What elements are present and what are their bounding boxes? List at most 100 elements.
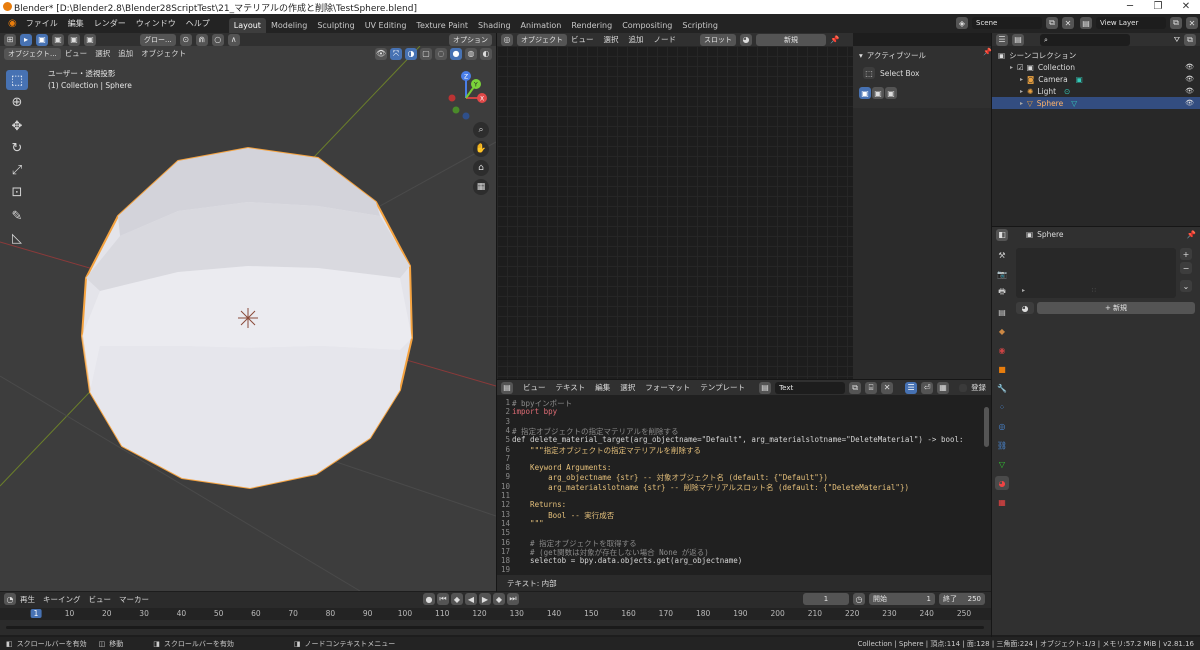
- list-expand-icon[interactable]: ▸: [1022, 287, 1025, 294]
- register-checkbox[interactable]: [959, 383, 968, 392]
- viewport-menu-1[interactable]: 選択: [95, 48, 110, 59]
- next-keyframe-icon[interactable]: ◆: [493, 593, 505, 605]
- text-menu-3[interactable]: 選択: [620, 382, 635, 393]
- view-layer-field[interactable]: View Layer: [1096, 17, 1166, 29]
- annotate-icon[interactable]: ✎: [6, 206, 28, 226]
- transform-icon[interactable]: ⊡: [6, 182, 28, 202]
- tab-scripting[interactable]: Scripting: [677, 18, 723, 33]
- proportional-icon[interactable]: ○: [211, 33, 224, 46]
- code-line[interactable]: Keyword Arguments:: [512, 463, 611, 472]
- tab-layout[interactable]: Layout: [228, 18, 266, 33]
- zoom-icon[interactable]: ⌕: [473, 122, 489, 138]
- viewport-menu-2[interactable]: 追加: [118, 48, 133, 59]
- text-menu-1[interactable]: テキスト: [556, 382, 586, 393]
- tab-uv-editing[interactable]: UV Editing: [360, 18, 412, 33]
- text-menu-5[interactable]: テンプレート: [700, 382, 745, 393]
- select-mode-icon[interactable]: ▸: [20, 33, 32, 46]
- expand-arrow-icon[interactable]: ▸: [1010, 64, 1013, 71]
- filter-icon[interactable]: ⛛: [1174, 35, 1180, 45]
- options-dropdown[interactable]: オプション: [449, 33, 492, 46]
- minimize-button[interactable]: ─: [1116, 0, 1144, 14]
- view-layer-icon[interactable]: ▤: [1080, 17, 1092, 29]
- physics-tab-icon[interactable]: ◎: [995, 419, 1009, 433]
- select-box-icon[interactable]: ⬚: [6, 70, 28, 90]
- mode-set-icon[interactable]: ▣: [859, 87, 871, 99]
- start-frame-field[interactable]: 開始 1: [869, 593, 935, 605]
- current-frame-field[interactable]: 1: [803, 593, 849, 605]
- object-mode-dropdown[interactable]: オブジェクト...: [4, 47, 61, 60]
- camera-data-icon[interactable]: ▣: [1076, 75, 1083, 84]
- menu-item-0[interactable]: ファイル: [21, 14, 63, 33]
- text-unlink-icon[interactable]: ✕: [881, 381, 894, 394]
- constraints-tab-icon[interactable]: ⛓: [995, 438, 1009, 452]
- rendered-shading-icon[interactable]: ◐: [480, 47, 492, 60]
- view-layer-delete-icon[interactable]: ✕: [1186, 17, 1198, 29]
- move-icon[interactable]: ✥: [6, 116, 28, 136]
- texture-tab-icon[interactable]: ▦: [995, 495, 1009, 509]
- output-tab-icon[interactable]: 🖶: [995, 286, 1009, 300]
- visibility-eye-icon[interactable]: 👁: [1185, 87, 1194, 95]
- text-scrollbar[interactable]: [984, 407, 989, 447]
- pan-hand-icon[interactable]: ✋: [473, 141, 489, 157]
- solid-shading-icon[interactable]: ●: [450, 47, 462, 60]
- node-editor-canvas[interactable]: [497, 46, 853, 379]
- falloff-icon[interactable]: ∧: [227, 33, 240, 46]
- editor-type-icon[interactable]: ⊞: [4, 33, 16, 46]
- select-invert-icon[interactable]: ▣: [84, 33, 96, 46]
- viewport-menu-3[interactable]: オブジェクト: [141, 48, 186, 59]
- text-editor-body[interactable]: 1 # bpyインポート 2 import bpy 3 4 # 指定オブジェクトの指定マテリ…: [497, 395, 991, 575]
- tab-sculpting[interactable]: Sculpting: [312, 18, 359, 33]
- jump-start-icon[interactable]: ⏮: [437, 593, 449, 605]
- text-open-icon[interactable]: ⌸: [865, 381, 878, 394]
- menu-item-3[interactable]: ウィンドウ: [131, 14, 181, 33]
- mesh-data-icon[interactable]: ▽: [1071, 99, 1077, 108]
- navigation-gizmo[interactable]: X Z Y: [440, 70, 492, 122]
- node-menu-3[interactable]: ノード: [654, 34, 677, 45]
- material-sphere-icon[interactable]: ◕: [740, 33, 752, 46]
- node-editor-type-icon[interactable]: ◎: [501, 33, 513, 46]
- blender-menu-icon[interactable]: ◉: [4, 18, 21, 29]
- tab-texture-paint[interactable]: Texture Paint: [411, 18, 473, 33]
- select-set-icon[interactable]: ▣: [36, 33, 48, 46]
- expand-arrow-icon[interactable]: ▸: [1020, 76, 1023, 83]
- prev-keyframe-icon[interactable]: ◆: [451, 593, 463, 605]
- view-layer-new-icon[interactable]: ⧉: [1170, 17, 1182, 29]
- outliner-search-input[interactable]: ⌕: [1040, 33, 1130, 46]
- select-subtract-icon[interactable]: ▣: [68, 33, 80, 46]
- properties-type-icon[interactable]: ◧: [996, 228, 1008, 241]
- snap-icon[interactable]: ⋒: [195, 33, 208, 46]
- text-editor-type-icon[interactable]: ▤: [501, 381, 513, 394]
- expand-arrow-icon[interactable]: ▸: [1020, 88, 1023, 95]
- syntax-highlight-icon[interactable]: ▦: [937, 381, 950, 394]
- text-menu-0[interactable]: ビュー: [523, 382, 546, 393]
- select-extend-icon[interactable]: ▣: [52, 33, 64, 46]
- mode-extend-icon[interactable]: ▣: [872, 87, 884, 99]
- node-object-dropdown[interactable]: オブジェクト: [517, 33, 567, 46]
- material-shading-icon[interactable]: ◍: [465, 47, 477, 60]
- modifier-tab-icon[interactable]: 🔧: [995, 381, 1009, 395]
- list-resize-handle-icon[interactable]: ∷: [1092, 287, 1096, 294]
- display-mode-icon[interactable]: ▤: [1012, 33, 1024, 46]
- tab-rendering[interactable]: Rendering: [566, 18, 617, 33]
- code-line[interactable]: """指定オブジェクトの指定マテリアルを削除する: [512, 445, 701, 456]
- menu-item-2[interactable]: レンダー: [89, 14, 131, 33]
- tab-compositing[interactable]: Compositing: [617, 18, 677, 33]
- code-line[interactable]: def delete_material_target(arg_objectnam…: [512, 435, 964, 444]
- add-slot-icon[interactable]: +: [1180, 248, 1192, 260]
- timeline-type-icon[interactable]: ◔: [4, 593, 16, 605]
- word-wrap-icon[interactable]: ⏎: [921, 381, 934, 394]
- menu-item-1[interactable]: 編集: [63, 14, 89, 33]
- gizmo-toggle-icon[interactable]: ⤧: [390, 47, 402, 60]
- pin-icon[interactable]: 📌: [830, 35, 839, 44]
- scene-collection-row[interactable]: ▣ シーンコレクション: [992, 49, 1200, 61]
- text-browse-icon[interactable]: ▤: [759, 381, 772, 394]
- text-menu-2[interactable]: 編集: [595, 382, 610, 393]
- include-checkbox[interactable]: ☑: [1017, 63, 1024, 72]
- close-button[interactable]: ✕: [1172, 0, 1200, 14]
- scale-icon[interactable]: ⤢: [6, 160, 28, 180]
- visibility-icon[interactable]: 👁: [375, 47, 387, 60]
- node-menu-2[interactable]: 追加: [629, 34, 644, 45]
- text-menu-4[interactable]: フォーマット: [645, 382, 690, 393]
- cursor-icon[interactable]: ⊕: [6, 92, 28, 112]
- maximize-button[interactable]: ❐: [1144, 0, 1172, 14]
